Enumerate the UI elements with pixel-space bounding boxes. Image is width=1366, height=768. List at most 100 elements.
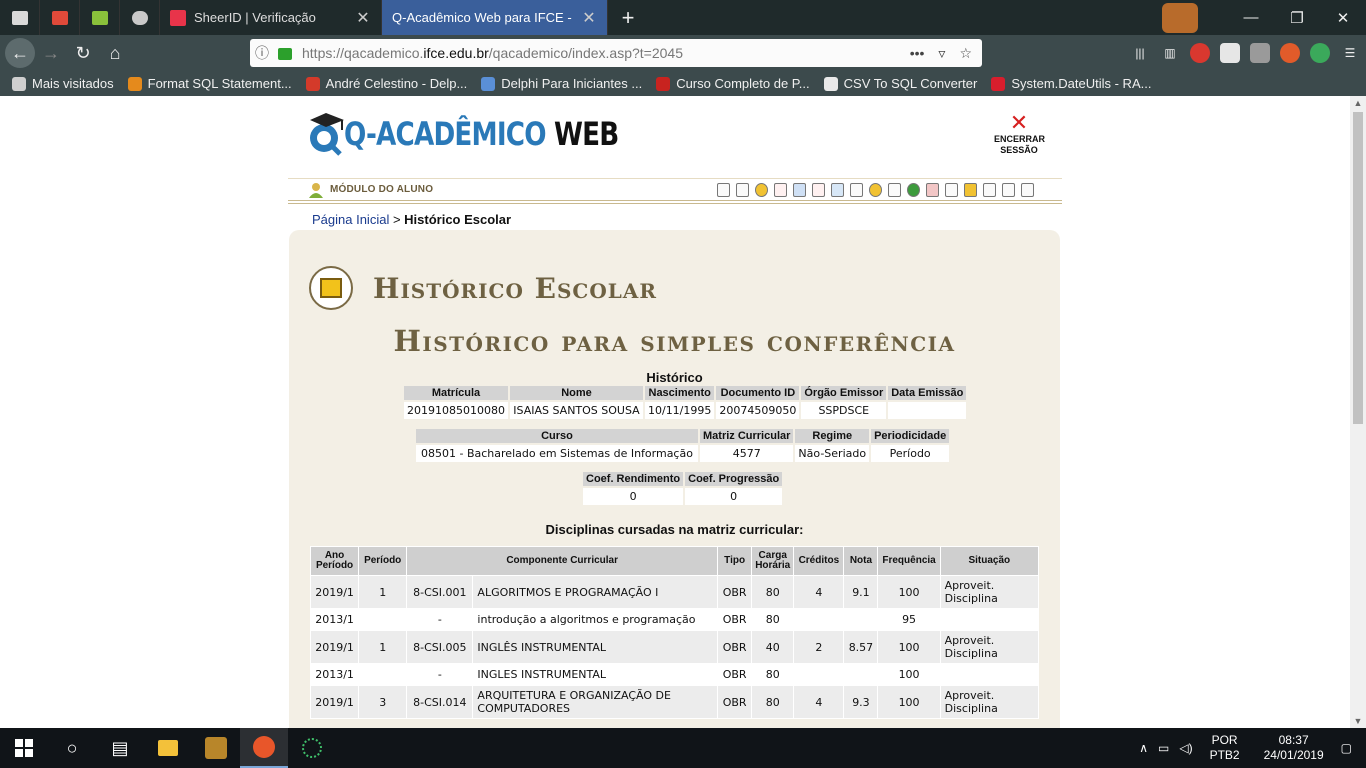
books-icon[interactable] [793, 183, 806, 197]
pinned-tab-cloud[interactable] [120, 0, 160, 35]
task-view-icon[interactable]: ▤ [96, 728, 144, 768]
disciplines-label: Disciplinas cursadas na matriz curricula… [545, 522, 804, 537]
document-icon[interactable] [1021, 183, 1034, 197]
document-icon[interactable] [888, 183, 901, 197]
clock-icon[interactable] [755, 183, 768, 197]
student-user-icon [308, 182, 324, 198]
periodicidade-value: Período [871, 445, 950, 462]
bookmark-item[interactable]: Delphi Para Iniciantes ... [481, 76, 642, 91]
home-button[interactable]: ⌂ [99, 37, 131, 69]
url-bar[interactable]: ⓘ https://qacademico.ifce.edu.br/qacadem… [250, 39, 982, 67]
bookmark-item[interactable]: Mais visitados [12, 76, 114, 91]
pocket-icon[interactable]: ▿ [938, 45, 945, 62]
col-header: Periodicidade [871, 429, 950, 443]
nascimento-value: 10/11/1995 [644, 402, 715, 419]
chevron-up-icon[interactable]: ∧ [1139, 741, 1148, 755]
bookmark-favicon [481, 76, 496, 91]
matriz-value: 4577 [700, 445, 794, 462]
page-scrollbar[interactable]: ▲ ▼ [1350, 96, 1366, 728]
document-icon[interactable] [945, 183, 958, 197]
module-label: MÓDULO DO ALUNO [330, 184, 434, 195]
bookmark-item[interactable]: CSV To SQL Converter [823, 76, 977, 91]
bookmark-favicon [305, 76, 320, 91]
volume-icon[interactable]: ◁) [1179, 741, 1192, 755]
tipo-cell: OBR [717, 685, 753, 719]
gmail-icon [51, 10, 68, 25]
tab-close-icon[interactable]: ✕ [581, 8, 597, 28]
pinned-tab-gmail[interactable] [40, 0, 80, 35]
forward-button[interactable]: → [35, 37, 67, 69]
situacao-cell: Aproveit. Disciplina [939, 575, 1040, 609]
menu-page-icon[interactable] [717, 183, 730, 197]
col-header: Documento ID [716, 386, 800, 400]
bookmark-item[interactable]: Format SQL Statement... [127, 76, 292, 91]
url-domain: ifce.edu.br [423, 45, 489, 61]
id-addon-icon[interactable] [1310, 43, 1330, 63]
logout-button[interactable]: ✕ ENCERRAR SESSÃO [994, 112, 1045, 156]
search-icon[interactable]: ○ [48, 728, 96, 768]
people-icon[interactable] [831, 183, 844, 197]
block-addon-icon[interactable] [1280, 43, 1300, 63]
pdf-icon[interactable] [926, 183, 939, 197]
scroll-down-icon[interactable]: ▼ [1350, 714, 1366, 728]
firefox-icon[interactable] [240, 728, 288, 768]
file-explorer-icon[interactable] [144, 728, 192, 768]
browser-tab-bar: SheerID | Verificação ✕ Q-Acadêmico Web … [0, 0, 1366, 35]
edit-icon[interactable] [736, 183, 749, 197]
delphi-icon[interactable] [192, 728, 240, 768]
m-addon-icon[interactable] [1250, 43, 1270, 63]
bookmark-item[interactable]: Curso Completo de P... [656, 76, 810, 91]
document-icon[interactable] [983, 183, 996, 197]
url-text[interactable]: https://qacademico.ifce.edu.br/qacademic… [302, 45, 910, 61]
back-button[interactable]: ← [5, 38, 35, 68]
lock-icon[interactable] [964, 183, 977, 197]
componente-cell: ARQUITETURA E ORGANIZAÇÃO DE COMPUTADORE… [472, 685, 719, 719]
sidebar-icon[interactable]: ▥ [1160, 43, 1180, 63]
minimize-icon[interactable]: — [1228, 0, 1274, 35]
calendar-icon[interactable] [774, 183, 787, 197]
tab-close-icon[interactable]: ✕ [355, 8, 371, 28]
page-viewport: Q-ACADÊMICO WEB ✕ ENCERRAR SESSÃO MÓDULO… [0, 96, 1350, 728]
lock-icon[interactable] [278, 48, 292, 60]
windows-addon-icon[interactable] [1220, 43, 1240, 63]
document-icon[interactable] [1002, 183, 1015, 197]
app-grid-icon[interactable] [288, 728, 336, 768]
language-indicator[interactable]: POR PTB2 [1210, 733, 1240, 763]
bookmark-item[interactable]: André Celestino - Delp... [305, 76, 467, 91]
componente-cell: INGLES INSTRUMENTAL [472, 663, 719, 686]
report-icon[interactable] [850, 183, 863, 197]
creditos-cell [793, 663, 845, 686]
clock-icon[interactable] [869, 183, 882, 197]
refresh-icon[interactable] [907, 183, 920, 197]
close-window-icon[interactable]: ✕ [1320, 0, 1366, 35]
scroll-thumb[interactable] [1353, 112, 1363, 424]
menu-icon[interactable]: ☰ [1340, 43, 1360, 63]
clock-time: 08:37 [1278, 733, 1309, 747]
pinned-tab-1[interactable] [0, 0, 40, 35]
restore-icon[interactable]: ❐ [1274, 0, 1320, 35]
notifications-icon[interactable]: ▢ [1341, 741, 1352, 755]
calendar-icon[interactable] [812, 183, 825, 197]
clock[interactable]: 08:37 24/01/2019 [1264, 733, 1324, 763]
scroll-up-icon[interactable]: ▲ [1350, 96, 1366, 110]
info-icon[interactable]: ⓘ [250, 43, 274, 63]
tab-sheerid[interactable]: SheerID | Verificação ✕ [160, 0, 382, 35]
nota-cell: 8.57 [843, 630, 879, 664]
pinned-tab-android[interactable] [80, 0, 120, 35]
bookmark-star-icon[interactable]: ☆ [959, 45, 972, 62]
breadcrumb-home-link[interactable]: Página Inicial [312, 212, 389, 227]
page-title: Histórico Escolar [309, 266, 657, 310]
qacademico-logo[interactable]: Q-ACADÊMICO WEB [306, 110, 679, 158]
windows-start-icon[interactable] [0, 728, 48, 768]
opera-addon-icon[interactable] [1190, 43, 1210, 63]
folders-icon [309, 266, 353, 310]
new-tab-button[interactable]: + [608, 0, 648, 35]
network-icon[interactable]: ▭ [1158, 741, 1169, 755]
carga-cell: 80 [751, 663, 795, 686]
tab-qacademico[interactable]: Q-Acadêmico Web para IFCE - Hist ✕ [382, 0, 608, 35]
page-actions-icon[interactable]: ••• [910, 45, 925, 62]
library-icon[interactable]: ||| [1130, 43, 1150, 63]
bookmark-item[interactable]: System.DateUtils - RA... [991, 76, 1151, 91]
ano-cell: 2019/1 [309, 685, 360, 719]
reload-button[interactable]: ↻ [67, 37, 99, 69]
